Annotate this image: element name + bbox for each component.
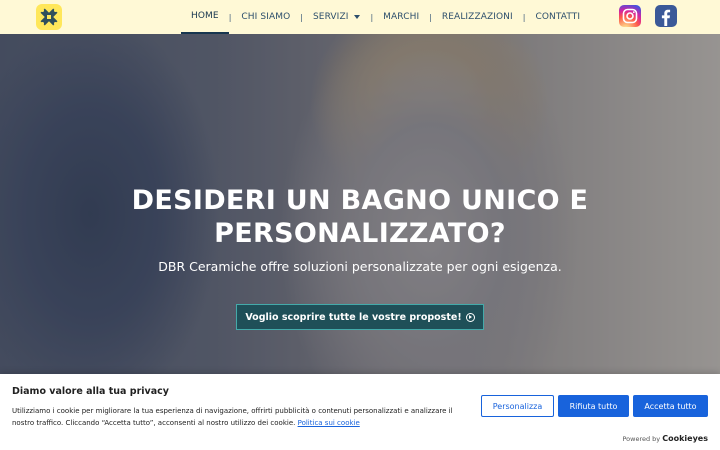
logo[interactable] [36,4,62,30]
cta-button[interactable]: Voglio scoprire tutte le vostre proposte… [236,304,484,330]
nav-item-servizi[interactable]: SERVIZI [303,0,371,34]
powered-by: Powered by Cookieyes [622,434,708,443]
cta-label: Voglio scoprire tutte le vostre proposte… [245,311,462,323]
nav-label: SERVIZI [312,12,349,22]
cookie-banner: Diamo valore alla tua privacy Utilizziam… [0,374,720,450]
cookie-description: Utilizziamo i cookie per migliorare la t… [12,407,453,427]
cookie-title: Diamo valore alla tua privacy [12,386,169,397]
hero-section: DESIDERI UN BAGNO UNICO E PERSONALIZZATO… [0,34,720,374]
nav-item-marchi[interactable]: MARCHI [373,0,429,34]
customize-button[interactable]: Personalizza [481,395,554,417]
nav-item-chi-siamo[interactable]: CHI SIAMO [231,0,300,34]
nav-label: MARCHI [383,12,420,22]
powered-by-label: Powered by [622,435,661,443]
cookie-policy-link[interactable]: Politica sui cookie [298,419,360,427]
nav-label: CHI SIAMO [241,12,291,22]
instagram-icon[interactable] [619,5,641,27]
main-nav: HOME | CHI SIAMO | SERVIZI | MARCHI | RE… [181,0,590,34]
logo-mark-icon [40,8,58,26]
cookie-text: Utilizziamo i cookie per migliorare la t… [12,405,462,429]
hero-title-line2: PERSONALIZZATO? [214,218,506,249]
facebook-icon[interactable] [655,5,677,27]
hero-title: DESIDERI UN BAGNO UNICO E PERSONALIZZATO… [100,184,620,250]
hero-subtitle: DBR Ceramiche offre soluzioni personaliz… [158,259,562,274]
nav-label: REALIZZAZIONI [441,12,513,22]
reject-all-button[interactable]: Rifiuta tutto [558,395,629,417]
nav-item-realizzazioni[interactable]: REALIZZAZIONI [432,0,523,34]
nav-item-contatti[interactable]: CONTATTI [525,0,590,34]
accept-all-button[interactable]: Accetta tutto [633,395,708,417]
nav-label: HOME [191,11,219,21]
hero-title-line1: DESIDERI UN BAGNO UNICO E [131,185,589,216]
arrow-circle-right-icon [465,312,475,322]
nav-item-home[interactable]: HOME [181,0,229,34]
chevron-down-icon [354,15,361,19]
nav-label: CONTATTI [535,12,581,22]
site-header: HOME | CHI SIAMO | SERVIZI | MARCHI | RE… [0,0,720,34]
powered-by-brand[interactable]: Cookieyes [662,434,708,443]
